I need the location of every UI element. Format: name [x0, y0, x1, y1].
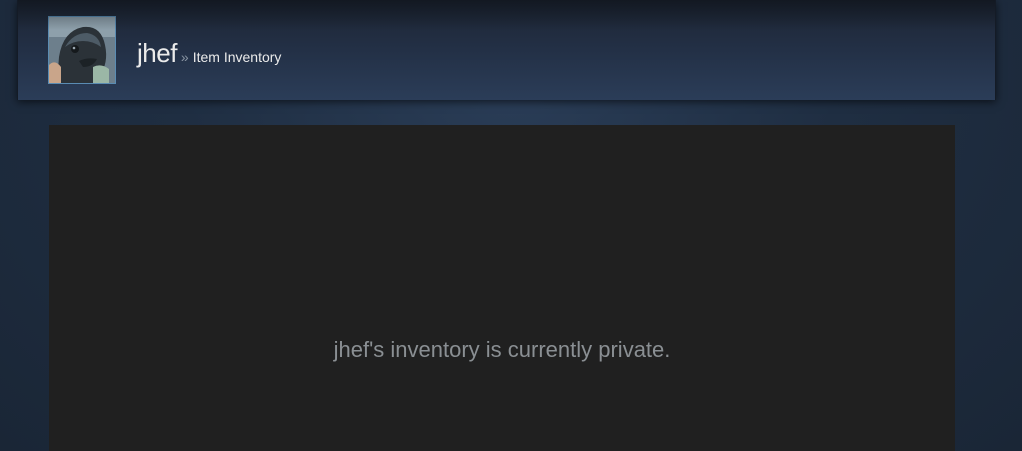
breadcrumb: jhef » Item Inventory [137, 38, 281, 69]
profile-username-link[interactable]: jhef [137, 38, 177, 69]
avatar[interactable] [48, 16, 116, 84]
breadcrumb-separator: » [180, 49, 189, 65]
avatar-photo-icon [49, 17, 115, 83]
item-inventory-link[interactable]: Item Inventory [193, 49, 282, 65]
inventory-panel: jhef's inventory is currently private. [49, 125, 955, 451]
profile-header: jhef » Item Inventory [17, 0, 996, 100]
private-inventory-message: jhef's inventory is currently private. [333, 337, 671, 362]
